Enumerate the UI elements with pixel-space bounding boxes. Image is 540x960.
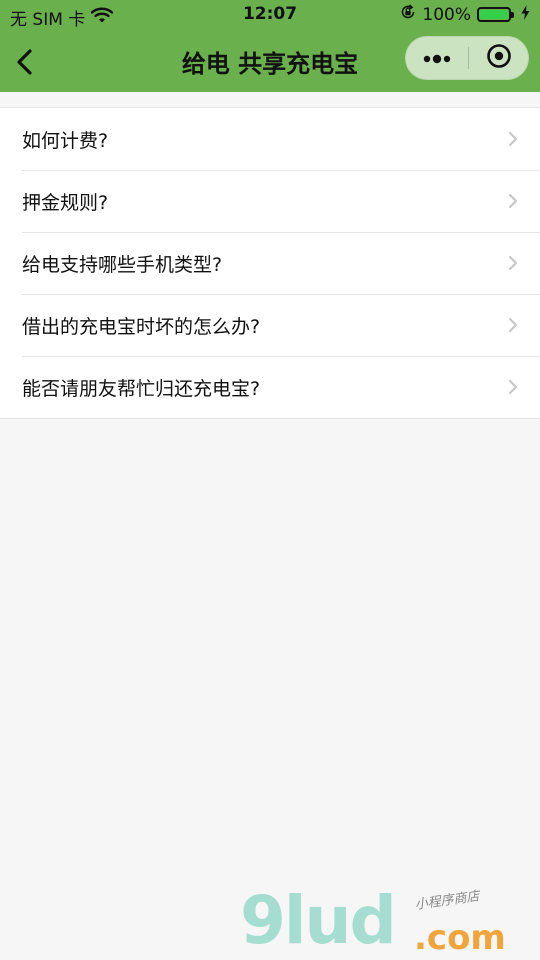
chevron-right-icon (506, 130, 520, 148)
faq-item-billing[interactable]: 如何计费? (0, 108, 540, 170)
watermark-tagline: 小程序商店 (413, 889, 481, 913)
rotation-lock-icon (400, 4, 416, 25)
watermark: 9lud 小程序商店 .com (240, 888, 530, 958)
faq-item-label: 能否请朋友帮忙归还充电宝? (22, 378, 261, 400)
charging-icon (521, 4, 530, 25)
more-dots-icon (422, 49, 452, 68)
header: 无 SIM 卡 12:07 100% 给电 共享充电宝 (0, 0, 540, 92)
faq-item-deposit[interactable]: 押金规则? (0, 170, 540, 232)
status-bar: 无 SIM 卡 12:07 100% (0, 0, 540, 32)
faq-item-label: 给电支持哪些手机类型? (22, 254, 223, 276)
faq-item-label: 如何计费? (22, 130, 109, 152)
faq-item-broken-powerbank[interactable]: 借出的充电宝时坏的怎么办? (0, 294, 540, 356)
target-close-icon (486, 43, 512, 73)
more-button[interactable] (406, 37, 468, 79)
status-right-group: 100% (400, 4, 530, 25)
close-miniprogram-button[interactable] (469, 37, 529, 79)
battery-icon (477, 7, 514, 22)
watermark-logo: 9lud (240, 882, 397, 959)
faq-item-phone-types[interactable]: 给电支持哪些手机类型? (0, 232, 540, 294)
chevron-right-icon (506, 316, 520, 334)
chevron-right-icon (506, 378, 520, 396)
chevron-right-icon (506, 192, 520, 210)
nav-bar: 给电 共享充电宝 (0, 32, 540, 92)
battery-fill (480, 10, 508, 19)
chevron-right-icon (506, 254, 520, 272)
faq-item-friend-return[interactable]: 能否请朋友帮忙归还充电宝? (0, 356, 540, 418)
faq-item-label: 借出的充电宝时坏的怎么办? (22, 316, 261, 338)
faq-list: 如何计费? 押金规则? 给电支持哪些手机类型? 借出的充电宝时坏的怎么办? 能否… (0, 107, 540, 419)
faq-item-label: 押金规则? (22, 192, 109, 214)
battery-percent: 100% (422, 4, 471, 25)
watermark-domain: .com (414, 918, 506, 958)
miniprogram-capsule (405, 36, 529, 80)
